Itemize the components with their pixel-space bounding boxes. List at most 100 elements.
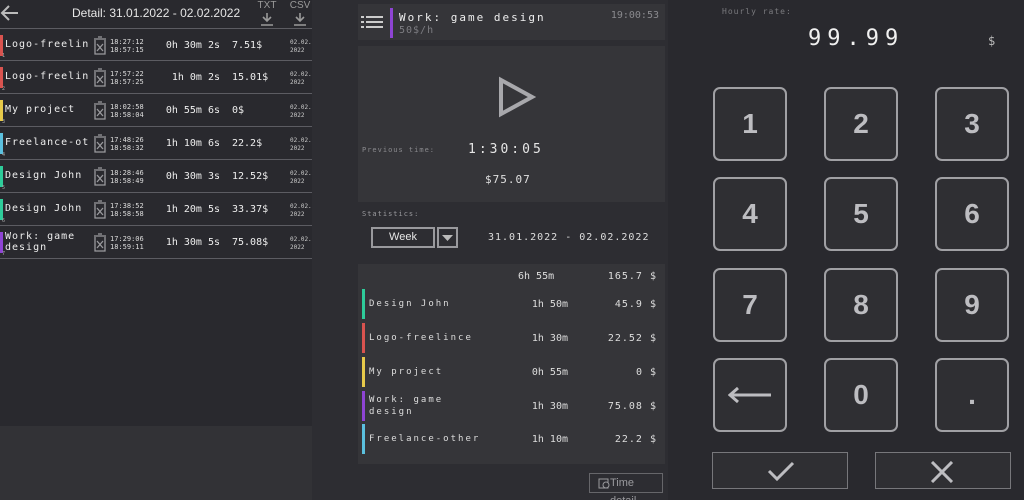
key-5[interactable]: 5 bbox=[824, 177, 898, 251]
row-end-time: 18:58:49 bbox=[110, 177, 144, 185]
key-9[interactable]: 9 bbox=[935, 268, 1009, 342]
table-row[interactable]: 3 My project 18:02:58 18:58:04 0h 55m 6s… bbox=[0, 94, 312, 127]
calendar-clock-icon bbox=[598, 478, 610, 489]
row-earned: 0$ bbox=[232, 105, 245, 116]
row-end-time: 18:58:32 bbox=[110, 144, 144, 152]
row-project-name: Freelance-other bbox=[5, 137, 89, 148]
trash-icon[interactable] bbox=[93, 36, 107, 55]
backspace-key[interactable] bbox=[713, 358, 787, 432]
export-txt-button[interactable]: TXT bbox=[255, 0, 279, 28]
hourly-rate-label: Hourly rate: bbox=[722, 7, 792, 16]
rate-keypad-panel: Hourly rate: 99.99 $ 1 2 3 4 5 6 7 8 9 0… bbox=[668, 0, 1024, 500]
row-date: 02.02. bbox=[290, 170, 312, 177]
detail-panel: Detail: 31.01.2022 - 02.02.2022 TXT CSV … bbox=[0, 0, 312, 500]
list-item[interactable]: Design John 1h 50m 45.9 $ bbox=[358, 289, 665, 319]
play-icon[interactable] bbox=[496, 76, 536, 118]
table-row[interactable]: 2 Logo-freelince 17:57:22 18:57:25 1h 0m… bbox=[0, 61, 312, 94]
key-7[interactable]: 7 bbox=[713, 268, 787, 342]
row-index: 1 bbox=[2, 53, 6, 59]
statistics-list: 6h 55m 165.7 $ Design John 1h 50m 45.9 $… bbox=[358, 264, 665, 464]
backspace-arrow-icon bbox=[727, 386, 771, 404]
row-duration: 1h 0m 2s bbox=[171, 72, 220, 83]
period-select[interactable]: Week bbox=[371, 227, 435, 248]
statistics-label: Statistics: bbox=[362, 210, 420, 218]
trash-icon[interactable] bbox=[93, 134, 107, 153]
row-index: 4 bbox=[2, 152, 6, 158]
download-icon bbox=[294, 13, 306, 26]
list-item[interactable]: Freelance-other 1h 10m 22.2 $ bbox=[358, 424, 665, 454]
table-row[interactable]: 4 Freelance-other 17:48:26 18:58:32 1h 1… bbox=[0, 127, 312, 160]
row-start-time: 18:02:58 bbox=[110, 103, 144, 111]
previous-time: 1:30:05 bbox=[468, 142, 544, 157]
table-row[interactable]: 7 Work: game design 17:29:06 18:59:11 1h… bbox=[0, 226, 312, 259]
stat-project-name: Logo-freelince bbox=[369, 333, 473, 343]
row-project-name: Design John bbox=[5, 170, 83, 181]
menu-icon[interactable] bbox=[361, 15, 383, 29]
row-start-time: 17:57:22 bbox=[110, 70, 144, 78]
current-project-name[interactable]: Work: game design bbox=[399, 11, 546, 24]
export-csv-button[interactable]: CSV bbox=[288, 0, 312, 28]
row-date: 02.02. bbox=[290, 203, 312, 210]
trash-icon[interactable] bbox=[93, 233, 107, 252]
key-6[interactable]: 6 bbox=[935, 177, 1009, 251]
project-color-bar bbox=[390, 8, 393, 38]
row-project-name: Logo-freelince bbox=[5, 39, 89, 50]
current-project-bar: Work: game design 50$/h 19:00:53 bbox=[358, 4, 665, 40]
trash-icon[interactable] bbox=[93, 200, 107, 219]
row-start-time: 18:27:12 bbox=[110, 38, 144, 46]
row-duration: 0h 55m 6s bbox=[165, 105, 220, 116]
row-duration: 0h 30m 2s bbox=[165, 40, 220, 51]
row-earned: 75.08$ bbox=[232, 237, 269, 248]
row-date: 02.02. bbox=[290, 39, 312, 46]
period-dropdown-button[interactable] bbox=[437, 227, 458, 248]
table-row[interactable]: 1 Logo-freelince 18:27:12 18:57:15 0h 30… bbox=[0, 28, 312, 61]
stat-project-name: Design John bbox=[369, 299, 451, 309]
row-project-name: Logo-freelince bbox=[5, 71, 89, 82]
stat-earned: 0 $ bbox=[635, 367, 657, 378]
back-arrow-icon[interactable] bbox=[0, 2, 20, 24]
key-3[interactable]: 3 bbox=[935, 87, 1009, 161]
key-4[interactable]: 4 bbox=[713, 177, 787, 251]
row-end-time: 18:59:11 bbox=[110, 243, 144, 251]
currency-symbol: $ bbox=[988, 34, 996, 48]
project-color-bar bbox=[362, 289, 365, 319]
stat-earned: 75.08 $ bbox=[607, 401, 657, 412]
export-txt-label: TXT bbox=[257, 0, 277, 11]
export-csv-label: CSV bbox=[289, 0, 311, 11]
key-decimal[interactable]: . bbox=[935, 358, 1009, 432]
key-0[interactable]: 0 bbox=[824, 358, 898, 432]
detail-title: Detail: 31.01.2022 - 02.02.2022 bbox=[72, 6, 241, 20]
row-duration: 0h 30m 3s bbox=[165, 171, 220, 182]
statistics-controls: Statistics: Week 31.01.2022 - 02.02.2022 bbox=[358, 206, 665, 260]
table-row[interactable]: 6 Design John 17:38:52 18:58:58 1h 20m 5… bbox=[0, 193, 312, 226]
key-2[interactable]: 2 bbox=[824, 87, 898, 161]
key-1[interactable]: 1 bbox=[713, 87, 787, 161]
list-item[interactable]: Logo-freelince 1h 30m 22.52 $ bbox=[358, 323, 665, 353]
row-index: 3 bbox=[2, 119, 6, 125]
confirm-button[interactable] bbox=[712, 452, 848, 489]
row-earned: 7.51$ bbox=[232, 40, 263, 51]
list-item[interactable]: Work: game design 1h 30m 75.08 $ bbox=[358, 391, 665, 421]
row-start-time: 18:28:46 bbox=[110, 169, 144, 177]
total-duration: 6h 55m bbox=[518, 271, 555, 282]
row-year: 2022 bbox=[290, 145, 305, 152]
row-earned: 15.01$ bbox=[232, 72, 269, 83]
time-detail-button[interactable]: Time detail bbox=[589, 473, 663, 500]
key-8[interactable]: 8 bbox=[824, 268, 898, 342]
cancel-button[interactable] bbox=[875, 452, 1011, 489]
row-project-name: My project bbox=[5, 104, 76, 115]
row-project-name: Work: game design bbox=[5, 231, 76, 253]
detail-list: 1 Logo-freelince 18:27:12 18:57:15 0h 30… bbox=[0, 28, 312, 259]
table-row[interactable]: 5 Design John 18:28:46 18:58:49 0h 30m 3… bbox=[0, 160, 312, 193]
trash-icon[interactable] bbox=[93, 167, 107, 186]
row-date: 02.02. bbox=[290, 104, 312, 111]
list-item[interactable]: My project 0h 55m 0 $ bbox=[358, 357, 665, 387]
stat-duration: 1h 30m bbox=[531, 401, 568, 412]
project-color-bar bbox=[0, 133, 3, 154]
project-color-bar bbox=[0, 100, 3, 121]
stat-project-name: Work: game design bbox=[369, 395, 444, 417]
date-range: 31.01.2022 - 02.02.2022 bbox=[488, 232, 650, 243]
trash-icon[interactable] bbox=[93, 68, 107, 87]
trash-icon[interactable] bbox=[93, 101, 107, 120]
row-year: 2022 bbox=[290, 178, 305, 185]
